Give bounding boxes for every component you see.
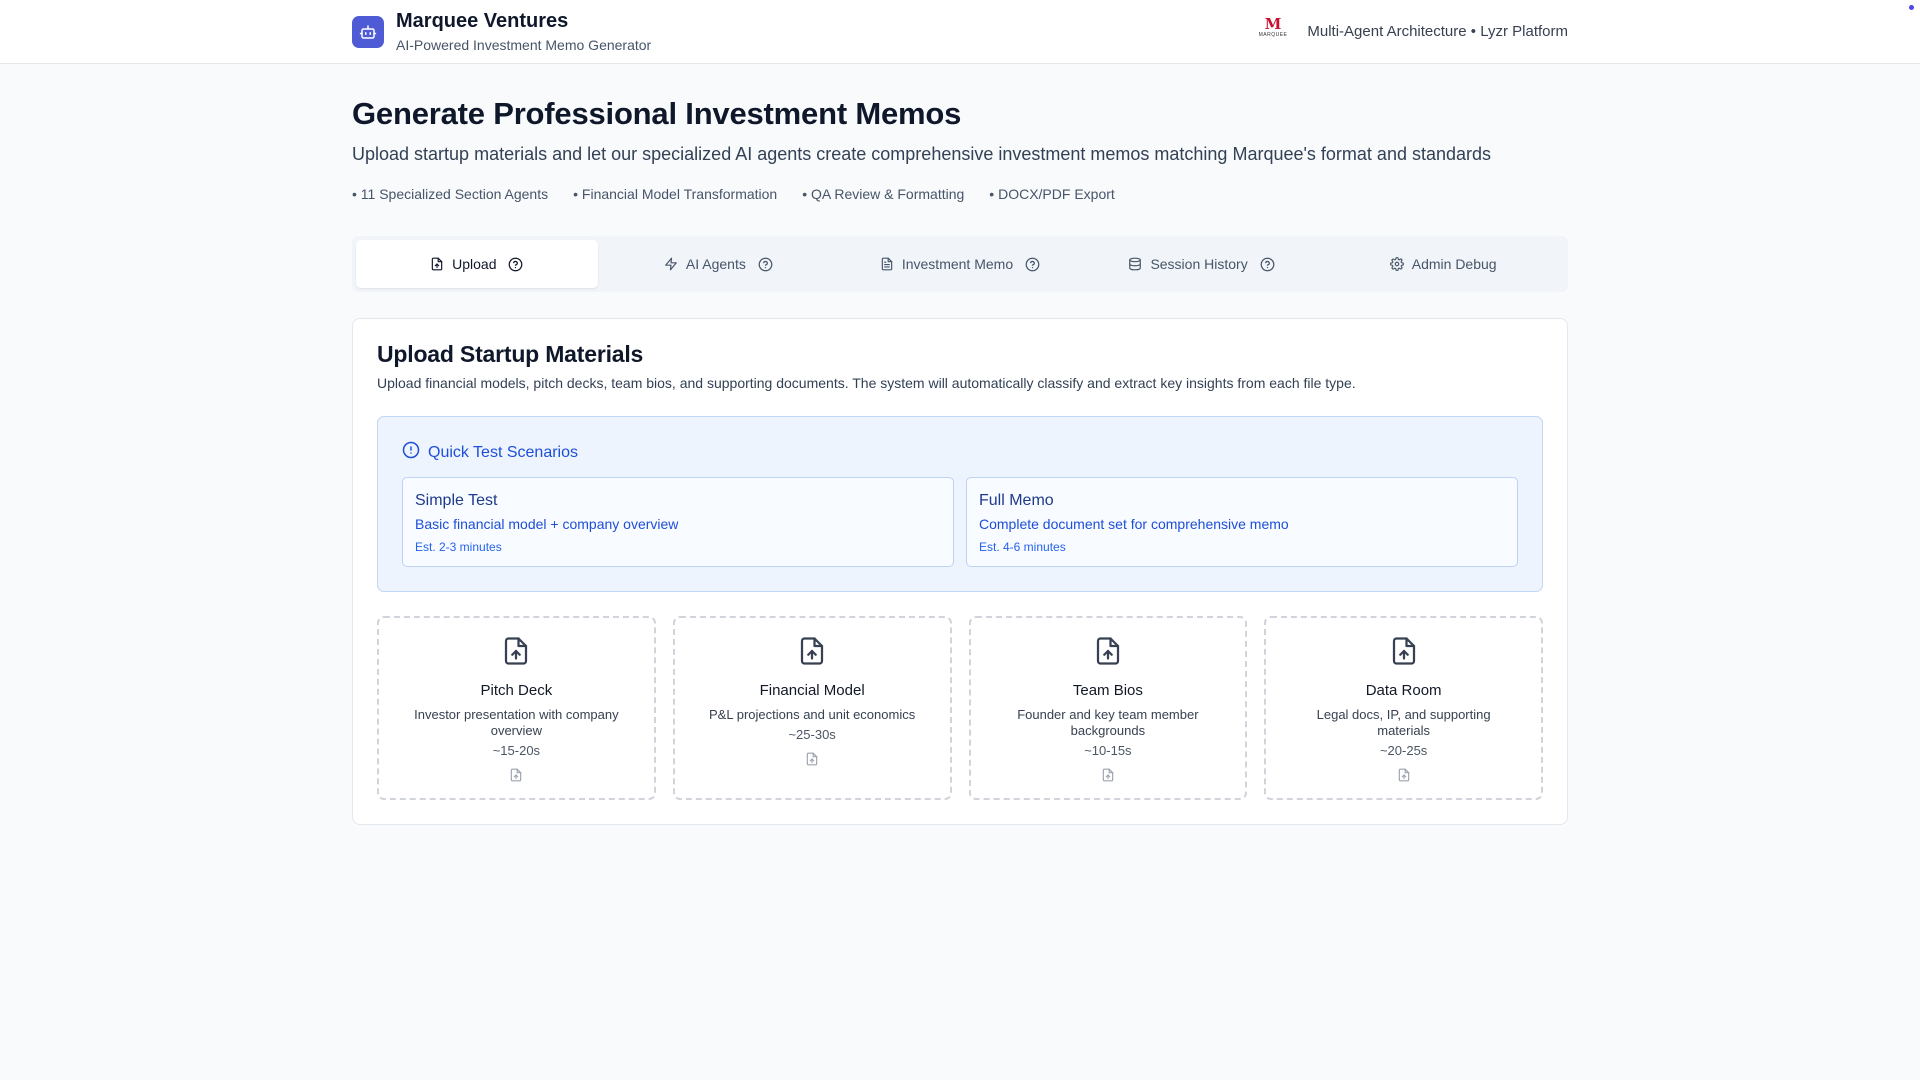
tab-bar: Upload AI Agents Investment Memo Session…	[352, 236, 1568, 292]
tab-label: Investment Memo	[901, 256, 1014, 272]
dropzone-title: Team Bios	[1072, 682, 1143, 699]
scenario-estimate: Est. 4-6 minutes	[979, 540, 1066, 554]
file-upload-icon	[805, 752, 819, 771]
quick-test-panel: Quick Test Scenarios Simple Test Basic f…	[377, 416, 1543, 592]
dropzone-team-bios[interactable]: Team Bios Founder and key team member ba…	[968, 616, 1248, 800]
tab-ai-agents[interactable]: AI Agents	[598, 240, 840, 288]
dropzone-time: ~15-20s	[492, 743, 541, 758]
feature-item: • Financial Model Transformation	[573, 186, 778, 202]
status-dot	[1909, 5, 1914, 10]
gear-icon	[1389, 257, 1404, 271]
dropzone-financial-model[interactable]: Financial Model P&L projections and unit…	[672, 616, 952, 800]
feature-list: • 11 Specialized Section Agents • Financ…	[352, 186, 1140, 202]
help-icon[interactable]	[1025, 257, 1040, 272]
scenario-description: Complete document set for comprehensive …	[979, 516, 1289, 532]
dropzone-description: Founder and key team member backgrounds	[1017, 707, 1199, 738]
brand-tagline: AI-Powered Investment Memo Generator	[396, 37, 652, 53]
file-upload-icon	[509, 768, 523, 787]
scenario-estimate: Est. 2-3 minutes	[415, 540, 502, 554]
quick-test-label: Quick Test Scenarios	[428, 443, 578, 461]
help-icon[interactable]	[508, 257, 523, 272]
help-icon[interactable]	[1260, 257, 1275, 272]
bolt-icon	[664, 257, 678, 271]
brand-name: Marquee Ventures	[396, 10, 569, 32]
robot-icon	[352, 16, 384, 48]
scenario-full-memo[interactable]: Full Memo Complete document set for comp…	[966, 477, 1518, 567]
platform-text: Multi-Agent Architecture • Lyzr Platform	[1307, 23, 1568, 40]
database-icon	[1128, 257, 1142, 271]
file-upload-icon	[1389, 636, 1419, 671]
file-upload-icon	[797, 636, 827, 671]
tab-label: AI Agents	[685, 256, 746, 272]
file-upload-icon	[1397, 768, 1411, 787]
dropzone-title: Financial Model	[759, 682, 865, 699]
tab-label: Admin Debug	[1411, 256, 1497, 272]
dropzone-grid: Pitch Deck Investor presentation with co…	[377, 616, 1543, 800]
app-header: Marquee Ventures AI-Powered Investment M…	[0, 0, 1920, 64]
tab-investment-memo[interactable]: Investment Memo	[839, 240, 1081, 288]
dropzone-data-room[interactable]: Data Room Legal docs, IP, and supporting…	[1264, 616, 1543, 800]
document-icon	[880, 257, 894, 271]
scenario-description: Basic financial model + company overview	[415, 516, 679, 532]
quick-test-heading: Quick Test Scenarios	[402, 441, 578, 464]
dropzone-pitch-deck[interactable]: Pitch Deck Investor presentation with co…	[377, 616, 656, 800]
tab-session-history[interactable]: Session History	[1081, 240, 1323, 288]
dropzone-title: Data Room	[1365, 682, 1442, 699]
upload-title: Upload Startup Materials	[377, 341, 644, 367]
page-subtitle: Upload startup materials and let our spe…	[352, 144, 1492, 164]
dropzone-time: ~20-25s	[1379, 743, 1428, 758]
file-upload-icon	[1093, 636, 1123, 671]
tab-label: Session History	[1150, 256, 1248, 272]
page-title: Generate Professional Investment Memos	[352, 96, 962, 131]
feature-item: • QA Review & Formatting	[802, 186, 965, 202]
dropzone-description: Legal docs, IP, and supporting materials	[1316, 707, 1491, 738]
upload-card: Upload Startup Materials Upload financia…	[352, 318, 1568, 825]
help-icon[interactable]	[758, 257, 773, 272]
scenario-simple-test[interactable]: Simple Test Basic financial model + comp…	[402, 477, 954, 567]
tab-label: Upload	[452, 256, 497, 272]
file-upload-icon	[1101, 768, 1115, 787]
scenario-title: Simple Test	[415, 492, 498, 509]
file-upload-icon	[430, 257, 444, 271]
file-upload-icon	[501, 636, 531, 671]
dropzone-description: Investor presentation with company overv…	[414, 707, 619, 738]
info-icon	[402, 441, 420, 464]
tab-upload[interactable]: Upload	[356, 240, 598, 288]
scenario-title: Full Memo	[979, 492, 1054, 509]
dropzone-time: ~25-30s	[788, 727, 836, 742]
tab-admin-debug[interactable]: Admin Debug	[1322, 240, 1564, 288]
dropzone-title: Pitch Deck	[480, 682, 553, 699]
feature-item: • DOCX/PDF Export	[989, 186, 1115, 202]
marquee-logo: M MARQUEE	[1258, 15, 1288, 38]
dropzone-description: P&L projections and unit economics	[709, 707, 916, 722]
upload-description: Upload financial models, pitch decks, te…	[377, 375, 1356, 391]
dropzone-time: ~10-15s	[1084, 743, 1132, 758]
feature-item: • 11 Specialized Section Agents	[352, 186, 549, 202]
